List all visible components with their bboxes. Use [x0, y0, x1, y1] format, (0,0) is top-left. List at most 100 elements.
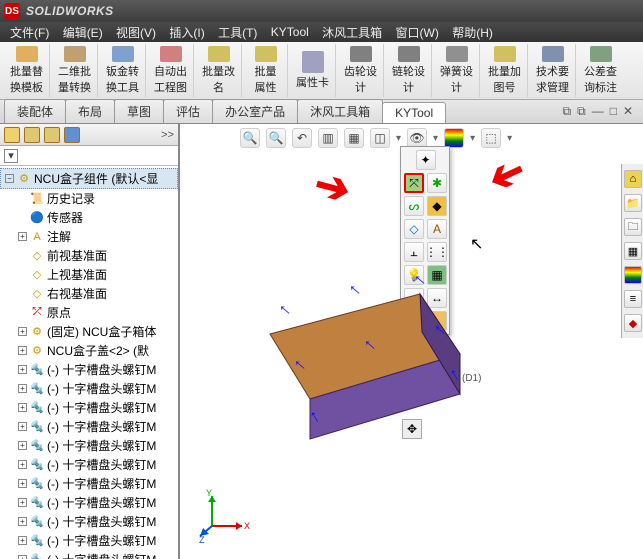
- scene-icon[interactable]: ⬚: [481, 128, 501, 148]
- zoom-area-icon[interactable]: 🔍: [266, 128, 286, 148]
- ribbon-button[interactable]: 二维批量转换: [52, 44, 98, 97]
- ribbon-button[interactable]: 批量属性: [244, 44, 288, 97]
- model-assembly[interactable]: ↑ ↑ ↑ ↑ ↑ ↑ ↑ ↑: [240, 234, 490, 459]
- menu-item[interactable]: 工具(T): [218, 24, 257, 41]
- tree-item[interactable]: +🔩(-) 十字槽盘头螺钉M: [0, 550, 178, 559]
- tree-item[interactable]: +🔩(-) 十字槽盘头螺钉M: [0, 379, 178, 398]
- minimize-icon[interactable]: —: [592, 104, 604, 119]
- dropdown-arrow-icon[interactable]: ▾: [507, 133, 512, 144]
- command-tab[interactable]: 装配体: [4, 99, 66, 123]
- mouse-cursor-icon: ↖: [470, 234, 483, 254]
- ribbon-button[interactable]: 齿轮设计: [338, 44, 384, 97]
- zoom-fit-icon[interactable]: 🔍: [240, 128, 260, 148]
- menu-item[interactable]: KYTool: [271, 25, 309, 39]
- command-tab[interactable]: 布局: [65, 99, 115, 123]
- appearances-tab-icon[interactable]: [624, 266, 642, 284]
- dropdown-arrow-icon[interactable]: ▾: [470, 133, 475, 144]
- tree-item[interactable]: +🔩(-) 十字槽盘头螺钉M: [0, 398, 178, 417]
- ribbon-button[interactable]: 链轮设计: [386, 44, 432, 97]
- ribbon-button[interactable]: 公差查询标注: [578, 44, 623, 97]
- ribbon-button[interactable]: 自动出工程图: [148, 44, 194, 97]
- tree-item[interactable]: +🔩(-) 十字槽盘头螺钉M: [0, 493, 178, 512]
- ribbon-button[interactable]: 批量加图号: [482, 44, 528, 97]
- ribbon-button[interactable]: 技术要求管理: [530, 44, 576, 97]
- feature-tree-tab-icon[interactable]: [4, 127, 20, 143]
- custom-props-tab-icon[interactable]: ≡: [624, 290, 642, 308]
- section-view-icon[interactable]: ▥: [318, 128, 338, 148]
- menu-item[interactable]: 文件(F): [10, 24, 49, 41]
- tree-item[interactable]: +🔩(-) 十字槽盘头螺钉M: [0, 455, 178, 474]
- hide-show-icon[interactable]: 👁: [407, 128, 427, 148]
- menu-item[interactable]: 插入(I): [169, 24, 204, 41]
- view-palette-tab-icon[interactable]: ▦: [624, 242, 642, 260]
- tree-item[interactable]: +🔩(-) 十字槽盘头螺钉M: [0, 436, 178, 455]
- view-orient-icon[interactable]: ◫: [370, 128, 390, 148]
- tree-item[interactable]: 📜历史记录: [0, 189, 178, 208]
- view-sketch-icon[interactable]: ✱: [427, 173, 447, 193]
- pane-chevrons-icon[interactable]: >>: [161, 129, 174, 141]
- ribbon-button[interactable]: 批量替换模板: [4, 44, 50, 97]
- menu-item[interactable]: 沐风工具箱: [322, 24, 382, 41]
- config-manager-tab-icon[interactable]: [44, 127, 60, 143]
- view-curves-icon[interactable]: ᔕ: [404, 196, 424, 216]
- resources-tab-icon[interactable]: ⌂: [624, 170, 642, 188]
- close-icon[interactable]: ✕: [623, 104, 633, 119]
- window-control-icons: ⧉ ⧉ — □ ✕: [557, 100, 639, 123]
- command-tab[interactable]: KYTool: [382, 102, 446, 123]
- prev-view-icon[interactable]: ↶: [292, 128, 312, 148]
- filter-icon[interactable]: ▾: [4, 149, 18, 163]
- command-manager: 批量替换模板二维批量转换钣金转换工具自动出工程图批量改名批量属性属性卡齿轮设计链…: [0, 42, 643, 100]
- app-brand: SOLIDWORKS: [26, 4, 114, 18]
- graphics-area[interactable]: 🔍 🔍 ↶ ▥ ▦ ◫ ▾ 👁 ▾ ▾ ⬚ ▾ ➔ ➔ ✦ ⤧ ✱ ᔕ ◆ ◇: [180, 124, 643, 559]
- file-explorer-tab-icon[interactable]: 🗀: [624, 218, 642, 236]
- ribbon-button[interactable]: 批量改名: [196, 44, 242, 97]
- ribbon-button[interactable]: 属性卡: [290, 44, 336, 97]
- view-heads-up-toolbar: 🔍 🔍 ↶ ▥ ▦ ◫ ▾ 👁 ▾ ▾ ⬚ ▾: [240, 128, 512, 148]
- tree-item[interactable]: ◇上视基准面: [0, 265, 178, 284]
- tree-item[interactable]: −⚙NCU盒子组件 (默认<显: [0, 168, 178, 189]
- display-style-icon[interactable]: ▦: [344, 128, 364, 148]
- tree-item[interactable]: +🔩(-) 十字槽盘头螺钉M: [0, 512, 178, 531]
- feature-manager-pane: >> ▾ −⚙NCU盒子组件 (默认<显📜历史记录🔵传感器+A注解◇前视基准面◇…: [0, 124, 180, 559]
- tree-item[interactable]: ◇前视基准面: [0, 246, 178, 265]
- tree-item[interactable]: +🔩(-) 十字槽盘头螺钉M: [0, 531, 178, 550]
- tree-item[interactable]: +⚙(固定) NCU盒子箱体: [0, 322, 178, 341]
- tree-item[interactable]: +🔩(-) 十字槽盘头螺钉M: [0, 474, 178, 493]
- ribbon-button[interactable]: 钣金转换工具: [100, 44, 146, 97]
- tree-item[interactable]: +🔩(-) 十字槽盘头螺钉M: [0, 360, 178, 379]
- dropdown-arrow-icon[interactable]: ▾: [433, 133, 438, 144]
- dimxpert-tab-icon[interactable]: [64, 127, 80, 143]
- annotation-arrow-right: ➔: [481, 147, 534, 206]
- command-tab[interactable]: 沐风工具箱: [297, 99, 383, 123]
- tree-item[interactable]: +🔩(-) 十字槽盘头螺钉M: [0, 417, 178, 436]
- maximize-icon[interactable]: □: [610, 104, 617, 119]
- design-library-tab-icon[interactable]: 📁: [624, 194, 642, 212]
- menu-item[interactable]: 视图(V): [116, 24, 156, 41]
- forum-tab-icon[interactable]: ◆: [624, 314, 642, 332]
- menu-item[interactable]: 编辑(E): [63, 24, 103, 41]
- view-coord-system-icon[interactable]: ⤧: [404, 173, 424, 193]
- menu-item[interactable]: 窗口(W): [396, 24, 439, 41]
- restore2-icon[interactable]: ⧉: [577, 104, 586, 119]
- feature-tree[interactable]: −⚙NCU盒子组件 (默认<显📜历史记录🔵传感器+A注解◇前视基准面◇上视基准面…: [0, 166, 178, 559]
- triad-z-label: Z: [199, 535, 205, 545]
- tree-item[interactable]: ◇右视基准面: [0, 284, 178, 303]
- restore-icon[interactable]: ⧉: [563, 104, 572, 119]
- tree-item[interactable]: +⚙NCU盒子盖<2> (默: [0, 341, 178, 360]
- property-manager-tab-icon[interactable]: [24, 127, 40, 143]
- ribbon-button[interactable]: 弹簧设计: [434, 44, 480, 97]
- command-tab[interactable]: 办公室产品: [212, 99, 298, 123]
- tree-item[interactable]: ⤱原点: [0, 303, 178, 322]
- command-tabs: 装配体布局草图评估办公室产品沐风工具箱KYTool ⧉ ⧉ — □ ✕: [0, 100, 643, 124]
- dropdown-arrow-icon[interactable]: ▾: [396, 133, 401, 144]
- view-3dsketch-icon[interactable]: ◆: [427, 196, 447, 216]
- command-tab[interactable]: 评估: [163, 99, 213, 123]
- appearance-icon[interactable]: [444, 128, 464, 148]
- tree-item[interactable]: 🔵传感器: [0, 208, 178, 227]
- annotation-arrow-left: ➔: [309, 158, 356, 214]
- orientation-triad[interactable]: X Y Z: [200, 488, 250, 541]
- command-tab[interactable]: 草图: [114, 99, 164, 123]
- tree-item[interactable]: +A注解: [0, 227, 178, 246]
- view-origin-icon[interactable]: ✦: [416, 150, 436, 170]
- menu-item[interactable]: 帮助(H): [452, 24, 493, 41]
